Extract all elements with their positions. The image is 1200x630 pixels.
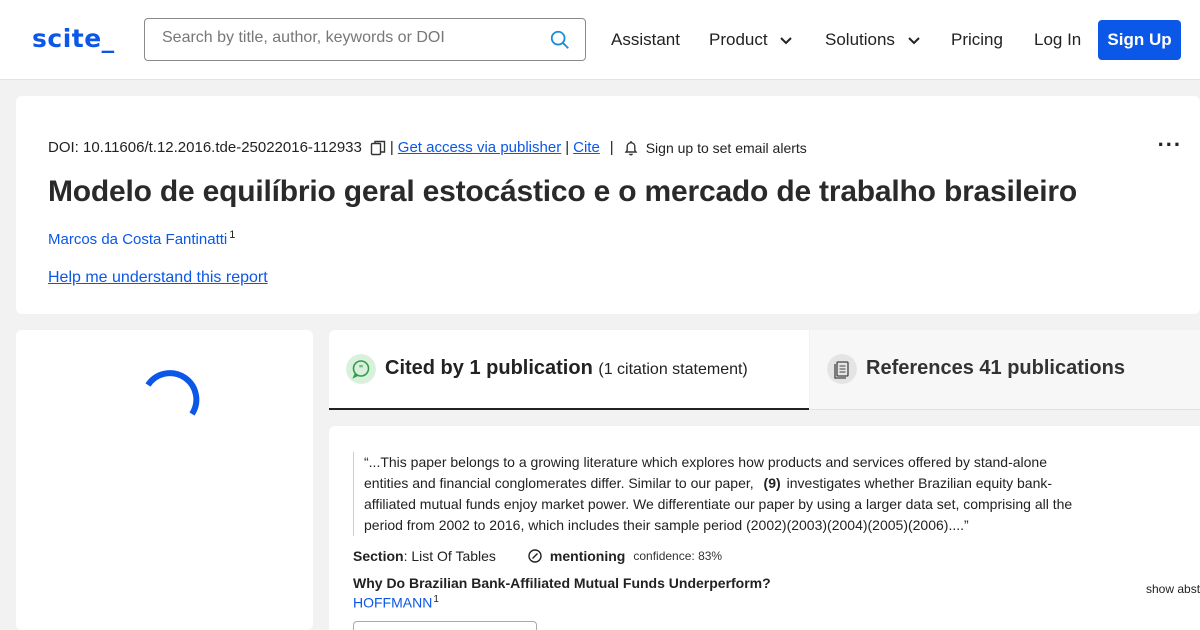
author-affiliation-number: 1 <box>229 229 236 241</box>
nav-assistant-link[interactable]: Assistant <box>611 30 680 50</box>
citing-paper-title[interactable]: Why Do Brazilian Bank-Affiliated Mutual … <box>353 575 771 591</box>
section-value: : List Of Tables <box>403 548 496 564</box>
chevron-down-icon <box>907 36 920 44</box>
show-abstract-link[interactable]: show abst <box>1146 582 1200 596</box>
nav-solutions-menu[interactable]: Solutions <box>825 30 920 50</box>
loading-spinner-icon <box>145 370 200 416</box>
citation-meta-row: Section: List Of Tables mentioning confi… <box>353 548 722 564</box>
paper-header-card: DOI: 10.11606/t.12.2016.tde-25022016-112… <box>16 96 1200 314</box>
citing-author-affiliation: 1 <box>433 594 439 605</box>
help-understand-link[interactable]: Help me understand this report <box>48 269 268 287</box>
email-alert-link[interactable]: Sign up to set email alerts <box>646 140 807 156</box>
search-icon[interactable] <box>549 29 571 51</box>
tab-references[interactable]: References 41 publications <box>810 330 1200 410</box>
citing-paper-author[interactable]: HOFFMANN1 <box>353 594 439 611</box>
search-input[interactable] <box>162 29 542 47</box>
speech-bubble-icon: " <box>346 354 376 384</box>
author-name: Marcos da Costa Fantinatti <box>48 231 228 248</box>
top-navigation-bar: scite_ Assistant Product Solutions Prici… <box>0 0 1200 80</box>
tab-cited-sub: (1 citation statement) <box>598 361 748 378</box>
more-options-icon[interactable]: ... <box>1158 126 1182 152</box>
nav-solutions-label: Solutions <box>825 30 895 49</box>
citation-quote: “...This paper belongs to a growing lite… <box>353 452 1088 536</box>
chevron-down-icon <box>780 36 793 44</box>
scite-logo[interactable]: scite_ <box>32 24 115 53</box>
separator: | <box>389 139 394 156</box>
author-link[interactable]: Marcos da Costa Fantinatti 1 <box>48 229 235 248</box>
doi-row: DOI: 10.11606/t.12.2016.tde-25022016-112… <box>48 139 807 156</box>
cite-link[interactable]: Cite <box>573 139 600 156</box>
separator: | <box>609 139 614 156</box>
tab-cited-label: Cited by 1 publication <box>385 357 593 379</box>
tab-cited-by[interactable]: " Cited by 1 publication (1 citation sta… <box>329 330 809 410</box>
confidence-value: confidence: 83% <box>633 549 723 563</box>
svg-text:": " <box>359 364 363 374</box>
get-access-link[interactable]: Get access via publisher <box>398 139 561 156</box>
citation-stats-bar[interactable] <box>353 621 537 630</box>
classification-label: mentioning <box>549 548 626 564</box>
side-panel <box>16 330 313 630</box>
search-box[interactable] <box>144 18 586 61</box>
login-link[interactable]: Log In <box>1034 30 1081 50</box>
document-icon <box>827 354 857 384</box>
mentioning-icon <box>528 549 542 563</box>
nav-product-menu[interactable]: Product <box>709 30 793 50</box>
bell-icon[interactable] <box>624 140 638 156</box>
copy-icon[interactable] <box>370 140 386 156</box>
citation-statements-panel: “...This paper belongs to a growing lite… <box>329 426 1200 630</box>
doi-text: DOI: 10.11606/t.12.2016.tde-25022016-112… <box>48 139 362 156</box>
tab-references-label: References 41 publications <box>866 357 1125 379</box>
page-title: Modelo de equilíbrio geral estocástico e… <box>48 175 1077 208</box>
separator: | <box>565 139 570 156</box>
signup-button[interactable]: Sign Up <box>1098 20 1181 60</box>
section-label: Section <box>353 548 404 564</box>
citing-author-name: HOFFMANN <box>353 594 433 611</box>
reference-marker: (9) <box>763 475 781 491</box>
nav-product-label: Product <box>709 30 768 49</box>
nav-pricing-link[interactable]: Pricing <box>951 30 1003 50</box>
